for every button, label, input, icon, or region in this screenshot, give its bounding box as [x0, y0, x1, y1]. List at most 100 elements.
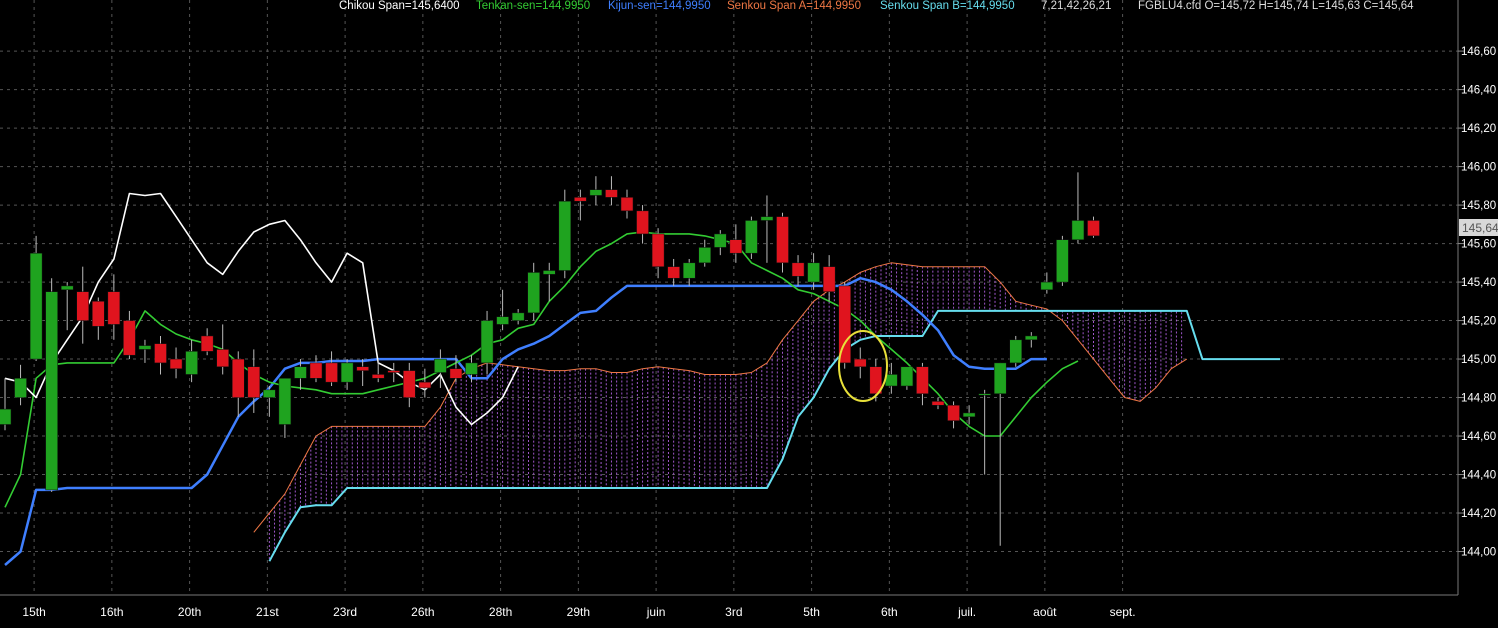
legend-chikou: Chikou Span=145,6400 [339, 0, 460, 12]
candle-body [574, 197, 587, 202]
candle-body [698, 247, 711, 264]
candle-body [1025, 335, 1038, 341]
candle-up [1009, 335, 1022, 367]
candle-body [776, 216, 789, 264]
candle-body [154, 343, 167, 364]
y-tick-label: 145,60 [1461, 239, 1496, 251]
price-label-text: 145,64 [1462, 221, 1498, 235]
candle-body [496, 316, 509, 325]
candle-body [1009, 339, 1022, 364]
candle-up [745, 216, 758, 259]
x-tick-label: 23rd [333, 605, 357, 619]
candle-body [200, 335, 214, 352]
candle-body [92, 301, 105, 327]
y-tick-label: 145,80 [1461, 200, 1496, 212]
candle-body [931, 401, 945, 406]
candle-body [294, 366, 307, 379]
candle-body [993, 362, 1007, 394]
candle-body [791, 262, 805, 277]
x-tick-label: 28th [489, 605, 512, 619]
candle-body [371, 374, 385, 379]
candle-body [45, 291, 58, 491]
chart-background [0, 0, 1498, 623]
y-tick-label: 146,20 [1461, 123, 1496, 135]
candle-body [605, 189, 618, 198]
candle-body [169, 358, 183, 369]
candle-up [1056, 235, 1069, 286]
candle-body [916, 366, 929, 394]
legend-senkou-b: Senkou Span B=144,9950 [880, 0, 1015, 12]
y-tick-label: 144,00 [1461, 547, 1496, 559]
candle-body [760, 216, 774, 221]
x-tick-label: août [1033, 605, 1057, 619]
candle-body [947, 404, 960, 421]
candle-body [620, 197, 634, 212]
x-axis-ticks: 15th 16th 20th 21st 23rd 26th 28th 29th juin 3rd 5… [22, 605, 1135, 619]
candle-body [232, 358, 245, 398]
x-tick-label: juil. [957, 605, 976, 619]
candle-body [29, 252, 43, 360]
candle-body [278, 378, 292, 425]
y-tick-label: 146,40 [1461, 85, 1496, 97]
candle-body [309, 362, 323, 379]
legend-params: 7,21,42,26,21 [1041, 0, 1111, 12]
y-tick-label: 145,00 [1461, 354, 1496, 366]
candle-body [729, 239, 743, 254]
candle-body [527, 272, 540, 314]
candle-body [558, 200, 572, 271]
candle-body [480, 320, 494, 364]
candle-body [807, 262, 820, 283]
candle-body [978, 393, 991, 396]
candle-body [325, 362, 338, 383]
x-tick-label: 20th [178, 605, 201, 619]
candle-up [558, 189, 572, 279]
candle-body [185, 351, 198, 375]
x-tick-label: 6th [881, 605, 898, 619]
x-tick-label: sept. [1110, 605, 1136, 619]
candle-body [340, 362, 354, 383]
y-tick-label: 144,20 [1461, 508, 1496, 520]
candle-body [449, 368, 463, 379]
candle-body [511, 312, 525, 321]
legend-kijun: Kijun-sen=144,9950 [608, 0, 711, 12]
candle-body [1040, 281, 1054, 291]
x-tick-label: 15th [22, 605, 45, 619]
candle-body [1087, 220, 1100, 237]
candle-body [589, 189, 603, 196]
legend-tenkan: Tenkan-sen=144,9950 [476, 0, 590, 12]
candle-body [434, 358, 447, 373]
candle-body [403, 370, 416, 398]
candle-body [123, 320, 136, 356]
candle-body [543, 270, 556, 275]
y-tick-label: 146,00 [1461, 162, 1496, 174]
candle-body [667, 266, 680, 279]
candle-body [465, 362, 478, 375]
y-tick-label: 145,40 [1461, 277, 1496, 289]
candle-body [900, 366, 914, 387]
chart-svg: 144,00 144,20 144,40 144,60 144,80 145,00 145,… [0, 0, 1498, 623]
y-tick-label: 144,80 [1461, 393, 1496, 405]
candle-up [29, 235, 43, 361]
candle-body [962, 412, 976, 418]
x-tick-label: juin [646, 605, 666, 619]
candle-body [1071, 220, 1085, 240]
x-tick-label: 3rd [725, 605, 742, 619]
candle-body [0, 408, 12, 425]
candle-body [14, 378, 27, 398]
candle-body [216, 349, 229, 368]
candle-body [418, 381, 432, 389]
candle-body [76, 291, 89, 321]
x-tick-label: 16th [100, 605, 123, 619]
candle-body [138, 345, 152, 350]
candle-body [247, 366, 261, 398]
legend-ohlc: FGBLU4.cfd O=145,72 H=145,74 L=145,63 C=… [1138, 0, 1414, 12]
candle-up [45, 278, 58, 492]
candle-body [651, 233, 665, 267]
candle-body [745, 220, 758, 254]
y-tick-label: 144,40 [1461, 470, 1496, 482]
candle-body [885, 374, 898, 387]
candle-body [822, 266, 836, 292]
ichimoku-chart: 144,00 144,20 144,40 144,60 144,80 145,00 145,… [0, 0, 1498, 623]
y-tick-label: 144,60 [1461, 431, 1496, 443]
legend-senkou-a: Senkou Span A=144,9950 [727, 0, 861, 12]
